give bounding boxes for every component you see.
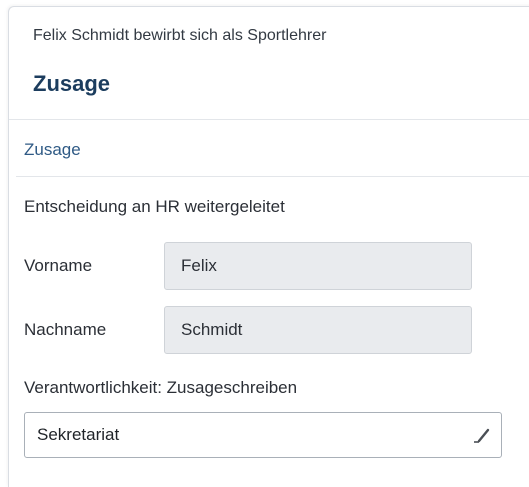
section-title: Zusage — [24, 140, 81, 159]
section-divider — [16, 176, 529, 177]
edit-pencil-icon[interactable] — [473, 426, 491, 444]
first-name-field: Felix — [164, 242, 472, 290]
last-name-label: Nachname — [24, 320, 107, 339]
first-name-label: Vorname — [24, 256, 93, 275]
decision-status-text: Entscheidung an HR weitergeleitet — [24, 197, 285, 216]
panel-header: Felix Schmidt bewirbt sich als Sportlehr… — [9, 7, 529, 120]
applicant-subtitle: Felix Schmidt bewirbt sich als Sportlehr… — [33, 27, 327, 44]
last-name-field: Schmidt — [164, 306, 472, 354]
responsibility-field[interactable]: Sekretariat — [24, 412, 502, 458]
responsibility-label: Verantwortlichkeit: Zusageschreiben — [24, 378, 298, 397]
page-title: Zusage — [33, 71, 111, 96]
responsibility-value: Sekretariat — [37, 425, 120, 444]
